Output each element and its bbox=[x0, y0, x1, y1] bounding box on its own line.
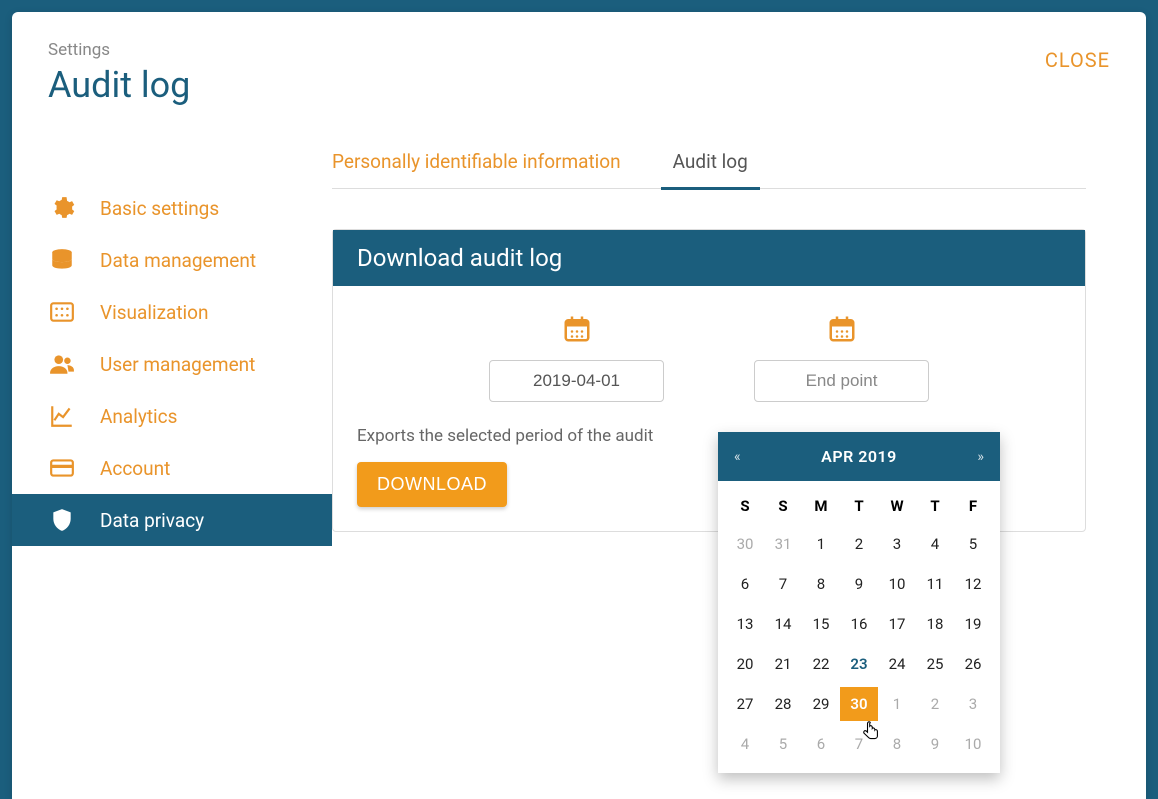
datepicker-dow: S bbox=[764, 491, 802, 521]
modal-header: Settings Audit log CLOSE bbox=[12, 12, 1146, 126]
chart-icon bbox=[48, 402, 76, 430]
sidebar-item-label: Data management bbox=[100, 249, 256, 272]
datepicker-title[interactable]: APR 2019 bbox=[821, 447, 897, 466]
card-title: Download audit log bbox=[333, 230, 1085, 286]
datepicker-day[interactable]: 31 bbox=[764, 527, 802, 561]
datepicker-dow: T bbox=[840, 491, 878, 521]
datepicker-day[interactable]: 26 bbox=[954, 647, 992, 681]
datepicker-next[interactable]: » bbox=[977, 449, 984, 465]
datepicker-day[interactable]: 2 bbox=[840, 527, 878, 561]
datepicker-day[interactable]: 4 bbox=[726, 727, 764, 761]
datepicker-day[interactable]: 4 bbox=[916, 527, 954, 561]
title-block: Settings Audit log bbox=[48, 40, 190, 106]
download-button[interactable]: DOWNLOAD bbox=[357, 462, 507, 507]
calendar-icon bbox=[562, 314, 592, 348]
sidebar-item-user-management[interactable]: User management bbox=[12, 338, 332, 390]
date-row bbox=[357, 314, 1061, 402]
datepicker-day[interactable]: 7 bbox=[764, 567, 802, 601]
datepicker-day[interactable]: 17 bbox=[878, 607, 916, 641]
database-icon bbox=[48, 246, 76, 274]
datepicker-day[interactable]: 23 bbox=[840, 647, 878, 681]
datepicker-day[interactable]: 3 bbox=[954, 687, 992, 721]
calendar-icon bbox=[827, 314, 857, 348]
close-button[interactable]: CLOSE bbox=[1045, 40, 1110, 72]
card-icon bbox=[48, 454, 76, 482]
gear-icon bbox=[48, 194, 76, 222]
datepicker-day[interactable]: 3 bbox=[878, 527, 916, 561]
datepicker-day[interactable]: 1 bbox=[802, 527, 840, 561]
datepicker-day[interactable]: 1 bbox=[878, 687, 916, 721]
datepicker-day[interactable]: 12 bbox=[954, 567, 992, 601]
datepicker-day[interactable]: 5 bbox=[764, 727, 802, 761]
datepicker-day[interactable]: 8 bbox=[802, 567, 840, 601]
tabs: Personally identifiable information Audi… bbox=[332, 150, 1086, 189]
datepicker-day[interactable]: 6 bbox=[726, 567, 764, 601]
datepicker-day[interactable]: 28 bbox=[764, 687, 802, 721]
sidebar-item-label: User management bbox=[100, 353, 255, 376]
users-icon bbox=[48, 350, 76, 378]
datepicker-day[interactable]: 2 bbox=[916, 687, 954, 721]
shield-icon bbox=[48, 506, 76, 534]
datepicker-day[interactable]: 15 bbox=[802, 607, 840, 641]
sidebar-item-label: Visualization bbox=[100, 301, 209, 324]
datepicker-day[interactable]: 21 bbox=[764, 647, 802, 681]
cursor-pointer-icon bbox=[860, 720, 880, 740]
end-date-input[interactable] bbox=[754, 360, 929, 402]
datepicker-day[interactable]: 18 bbox=[916, 607, 954, 641]
sidebar-item-analytics[interactable]: Analytics bbox=[12, 390, 332, 442]
datepicker-day[interactable]: 13 bbox=[726, 607, 764, 641]
sidebar-item-label: Data privacy bbox=[100, 509, 204, 532]
datepicker-day[interactable]: 19 bbox=[954, 607, 992, 641]
sidebar-item-visualization[interactable]: Visualization bbox=[12, 286, 332, 338]
datepicker-dow: F bbox=[954, 491, 992, 521]
datepicker-grid: SSMTWTF303112345678910111213141516171819… bbox=[718, 481, 1000, 773]
datepicker-header: « APR 2019 » bbox=[718, 432, 1000, 481]
datepicker-day[interactable]: 11 bbox=[916, 567, 954, 601]
datepicker-day[interactable]: 20 bbox=[726, 647, 764, 681]
datepicker-day[interactable]: 6 bbox=[802, 727, 840, 761]
datepicker-day[interactable]: 5 bbox=[954, 527, 992, 561]
sidebar-item-label: Account bbox=[100, 457, 170, 480]
datepicker-dow: W bbox=[878, 491, 916, 521]
datepicker-day[interactable]: 25 bbox=[916, 647, 954, 681]
datepicker-dow: T bbox=[916, 491, 954, 521]
datepicker-day[interactable]: 30 bbox=[840, 687, 878, 721]
datepicker-day[interactable]: 10 bbox=[878, 567, 916, 601]
datepicker-popup: « APR 2019 » SSMTWTF30311234567891011121… bbox=[718, 432, 1000, 773]
datepicker-dow: M bbox=[802, 491, 840, 521]
tab-pii[interactable]: Personally identifiable information bbox=[332, 150, 649, 188]
datepicker-day[interactable]: 27 bbox=[726, 687, 764, 721]
datepicker-day[interactable]: 30 bbox=[726, 527, 764, 561]
datepicker-day[interactable]: 14 bbox=[764, 607, 802, 641]
datepicker-day[interactable]: 29 bbox=[802, 687, 840, 721]
datepicker-prev[interactable]: « bbox=[734, 449, 741, 465]
datepicker-day[interactable]: 24 bbox=[878, 647, 916, 681]
datepicker-day[interactable]: 9 bbox=[916, 727, 954, 761]
sidebar: Basic settings Data management Visualiza… bbox=[12, 150, 332, 799]
sidebar-item-label: Analytics bbox=[100, 405, 177, 428]
sidebar-item-label: Basic settings bbox=[100, 197, 219, 220]
page-title: Audit log bbox=[48, 64, 190, 106]
tab-audit-log[interactable]: Audit log bbox=[661, 150, 760, 190]
datepicker-day[interactable]: 10 bbox=[954, 727, 992, 761]
start-date-col bbox=[489, 314, 664, 402]
datepicker-day[interactable]: 8 bbox=[878, 727, 916, 761]
end-date-col bbox=[754, 314, 929, 402]
datepicker-day[interactable]: 9 bbox=[840, 567, 878, 601]
datepicker-dow: S bbox=[726, 491, 764, 521]
sidebar-item-data-privacy[interactable]: Data privacy bbox=[12, 494, 332, 546]
sidebar-item-data-management[interactable]: Data management bbox=[12, 234, 332, 286]
sidebar-item-account[interactable]: Account bbox=[12, 442, 332, 494]
start-date-input[interactable] bbox=[489, 360, 664, 402]
sidebar-item-basic-settings[interactable]: Basic settings bbox=[12, 182, 332, 234]
datepicker-day[interactable]: 22 bbox=[802, 647, 840, 681]
datepicker-day[interactable]: 16 bbox=[840, 607, 878, 641]
grid-icon bbox=[48, 298, 76, 326]
breadcrumb: Settings bbox=[48, 40, 190, 60]
